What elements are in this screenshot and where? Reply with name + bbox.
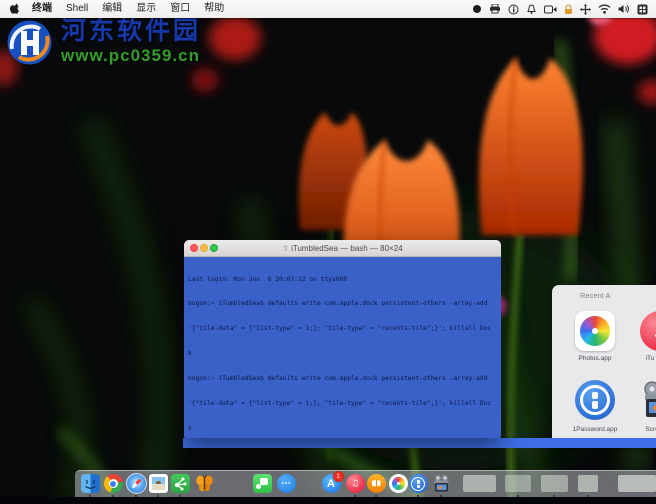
dock-photos-icon[interactable] <box>388 474 408 493</box>
chat-bubble <box>259 478 268 485</box>
dock-mindnode-icon[interactable] <box>170 474 190 493</box>
dock-facetime-green-icon[interactable] <box>252 474 272 493</box>
dock-messages-blue-icon[interactable]: ⋯ <box>276 474 296 493</box>
menu-app-name[interactable]: 终端 <box>25 0 59 18</box>
input-method-icon[interactable] <box>637 4 648 15</box>
camera-icon[interactable] <box>544 5 557 14</box>
terminal-output[interactable]: Last login: Mon Jun 8 20:07:22 on ttys00… <box>184 257 501 438</box>
dock-chrome-icon[interactable] <box>103 474 123 493</box>
dock-butterfly-app-icon[interactable] <box>195 474 214 493</box>
window-title-text: iTumbledSea — bash — 80×24 <box>291 243 403 253</box>
terminal-line: '{"tile-data" = {"list-type" = 1;}; "til… <box>188 325 492 333</box>
dock-finder-icon[interactable] <box>80 474 100 493</box>
phone-glyph <box>255 484 261 489</box>
preview-bird <box>155 481 161 484</box>
apple-menu[interactable] <box>10 3 21 16</box>
site-name: 河东软件园 <box>61 17 202 45</box>
recent-item-label: iTu <box>645 355 655 362</box>
ellipsis-glyph: ⋯ <box>281 478 291 489</box>
book-spine <box>375 480 377 487</box>
menu-view[interactable]: 显示 <box>129 0 163 18</box>
itunes-icon[interactable]: ♫ <box>640 311 656 351</box>
site-url: www.pc0359.cn <box>61 46 200 65</box>
record-dot-icon[interactable] <box>472 4 482 14</box>
dock-recents-tile[interactable] <box>505 475 531 492</box>
photos-bg <box>388 474 408 493</box>
1password-keyhole <box>416 480 420 484</box>
terminal-line: Last login: Mon Jun 8 20:07:22 on ttys00… <box>188 275 348 283</box>
recent-item-label: Photos.app <box>578 355 612 362</box>
recent-items-panel[interactable]: Recent A Photos.app ♫ iTu 1Password.app <box>552 285 656 448</box>
bottom-black-bar <box>0 497 656 504</box>
1password-keyhole <box>416 484 420 488</box>
chrome-wheel <box>103 474 123 493</box>
dock-safari-icon[interactable] <box>125 473 147 494</box>
volume-icon[interactable] <box>618 4 630 14</box>
desktop: 终端 Shell 编辑 显示 窗口 帮助 河东软件园 www.pc0359.cn… <box>0 0 656 504</box>
terminal-line: k <box>188 350 192 358</box>
apple-logo <box>10 3 19 14</box>
notification-badge: 1 <box>332 471 344 482</box>
compass-needle <box>130 478 141 489</box>
itunes-bg: ♫ <box>345 474 365 493</box>
dock-recents-tile[interactable] <box>541 475 568 492</box>
menu-bar: 终端 Shell 编辑 显示 窗口 帮助 <box>0 0 656 18</box>
1password-keyhole <box>592 392 598 399</box>
safari-compass <box>125 473 147 494</box>
1password-bg <box>408 474 428 493</box>
chrome-center-blue <box>110 480 116 487</box>
printer-icon[interactable] <box>489 4 501 14</box>
terminal-line: bogon:~ iTumbledSea$ defaults write com.… <box>188 375 488 383</box>
recent-item-label: 1Password.app <box>572 426 618 433</box>
dock-recents-tile[interactable] <box>463 475 496 492</box>
terminal-titlebar[interactable]: ⇧ iTumbledSea — bash — 80×24 <box>184 240 501 257</box>
lock-icon[interactable] <box>564 4 573 15</box>
photos-app-icon[interactable] <box>575 311 615 351</box>
dock[interactable]: ⋯ A 1 ♫ <box>75 470 656 498</box>
1password-ring <box>411 476 425 491</box>
site-logo-icon <box>6 19 53 66</box>
info-circle-icon[interactable] <box>508 4 519 15</box>
dock-recents-tile[interactable] <box>578 475 598 492</box>
photos-flower-center <box>592 328 598 334</box>
wifi-icon[interactable] <box>598 4 611 14</box>
dock-recents-tile[interactable] <box>618 475 656 492</box>
dock-screen-recorder-icon[interactable] <box>432 474 453 493</box>
menu-help[interactable]: 帮助 <box>197 0 231 18</box>
status-icons <box>472 3 656 15</box>
screen-recorder-icon[interactable] <box>640 380 656 420</box>
proxy-arrow-icon: ⇧ <box>282 243 290 253</box>
1password-icon[interactable] <box>575 380 615 420</box>
menu-window[interactable]: 窗口 <box>163 0 197 18</box>
terminal-window[interactable]: ⇧ iTumbledSea — bash — 80×24 Last login: … <box>184 240 501 438</box>
terminal-line: '{"tile-data" = {"list-type" = 1;}; "til… <box>188 400 492 408</box>
dock-1password-icon[interactable] <box>408 474 428 493</box>
1password-keyhole <box>592 401 598 409</box>
window-title: ⇧ iTumbledSea — bash — 80×24 <box>184 244 501 253</box>
dock-preview-icon[interactable] <box>148 474 168 493</box>
move-arrows-icon[interactable] <box>580 3 591 15</box>
1password-ring <box>580 385 610 415</box>
music-note-glyph: ♫ <box>640 311 656 351</box>
bell-icon[interactable] <box>526 3 537 15</box>
dock-app-store-icon[interactable]: A 1 <box>321 471 344 493</box>
blue-chat-bg: ⋯ <box>276 474 296 493</box>
dock-itunes-icon[interactable]: ♫ <box>345 474 365 493</box>
background-window-edge <box>183 438 656 448</box>
recent-panel-header: Recent A <box>580 291 611 300</box>
menu-shell[interactable]: Shell <box>59 0 95 18</box>
terminal-line: k <box>188 424 192 432</box>
dock-ibooks-icon[interactable] <box>366 474 386 493</box>
terminal-line: bogon:~ iTumbledSea$ defaults write com.… <box>188 300 488 308</box>
menu-edit[interactable]: 编辑 <box>95 0 129 18</box>
recent-item-label: Scre <box>645 426 656 433</box>
photos-flower-center <box>396 482 400 485</box>
music-note-glyph: ♫ <box>350 478 360 489</box>
watermark: 河东软件园 www.pc0359.cn <box>6 19 201 66</box>
